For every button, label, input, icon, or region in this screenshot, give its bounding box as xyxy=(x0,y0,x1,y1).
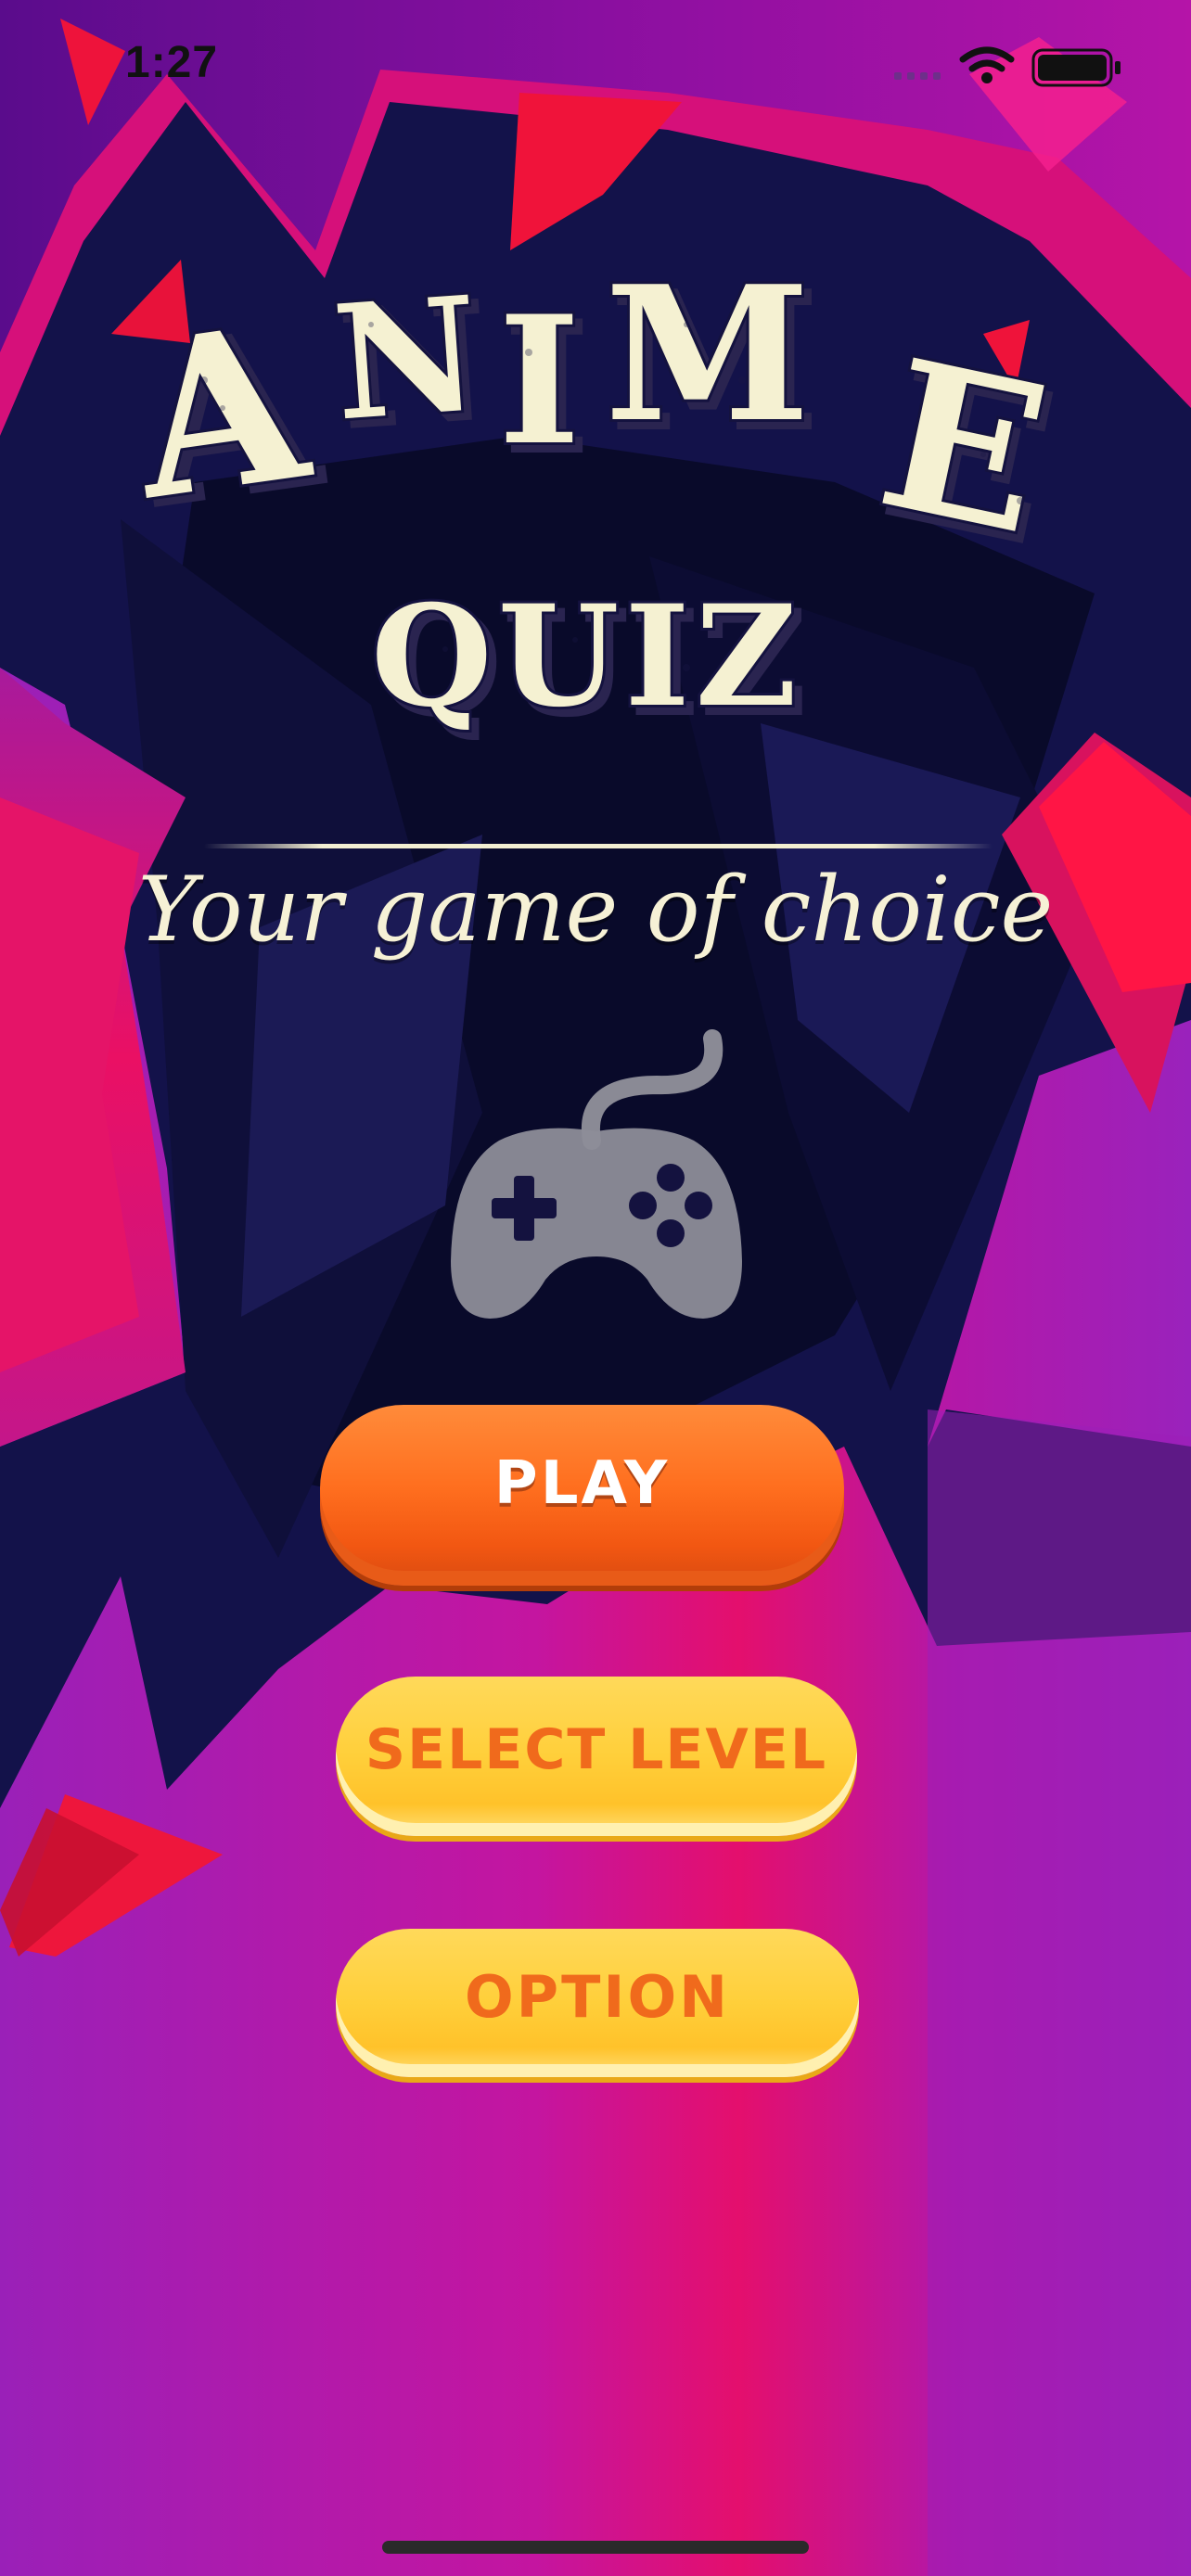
svg-text:QUIZ: QUIZ xyxy=(371,575,802,738)
svg-text:N: N xyxy=(328,261,485,456)
title-divider xyxy=(204,844,992,848)
gamepad-icon xyxy=(451,1029,742,1319)
status-icons xyxy=(894,46,1121,87)
home-indicator[interactable] xyxy=(382,2541,809,2554)
battery-icon xyxy=(1031,48,1121,87)
wifi-icon xyxy=(959,46,1015,83)
option-button[interactable]: OPTION xyxy=(336,1929,859,2077)
svg-text:E: E xyxy=(863,313,1065,580)
svg-text:I: I xyxy=(498,277,581,484)
tagline: Your game of choice xyxy=(137,858,1054,962)
svg-text:M: M xyxy=(605,246,810,464)
game-title-logo: A A N N I I M M E E QUIZ QUIZ xyxy=(116,243,1074,748)
play-button[interactable]: PLAY xyxy=(320,1405,844,1586)
select-level-button[interactable]: SELECT LEVEL xyxy=(336,1677,857,1836)
main-menu-screen: 1:27 A A N N I I M M E E QUIZ QUIZ Your … xyxy=(0,0,1191,2576)
signal-icon xyxy=(894,72,941,80)
status-time: 1:27 xyxy=(125,38,219,87)
